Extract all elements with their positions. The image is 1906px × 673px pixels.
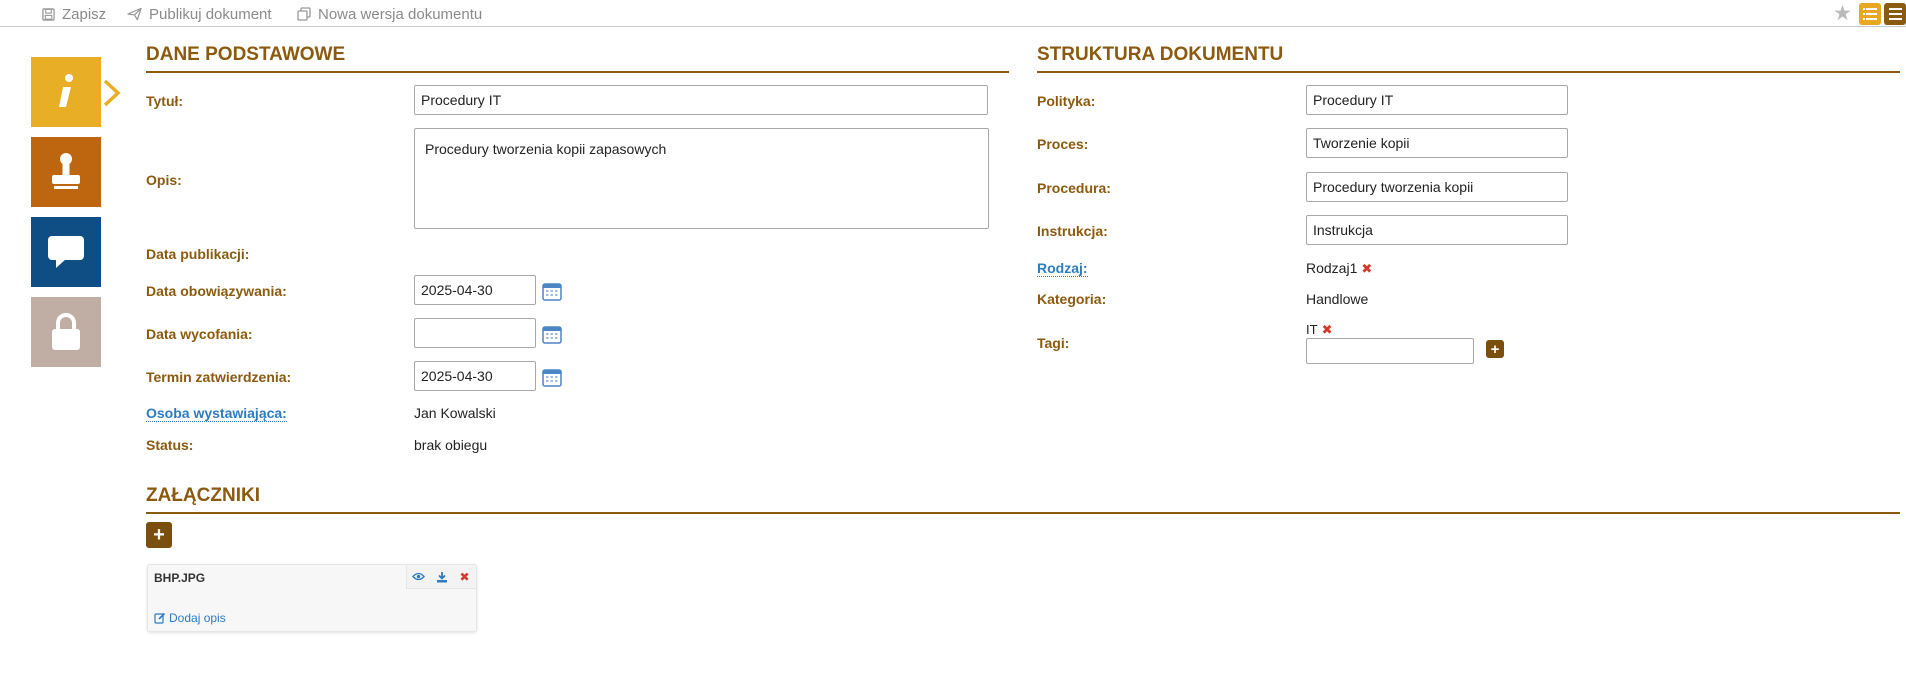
withdrawal-date-label: Data wycofania:: [146, 326, 253, 342]
instruction-input[interactable]: [1306, 215, 1568, 245]
tag-value: IT: [1306, 322, 1318, 337]
add-tag-button[interactable]: +: [1486, 340, 1504, 358]
effective-date-label: Data obowiązywania:: [146, 283, 287, 299]
approval-deadline-label: Termin zatwierdzenia:: [146, 369, 292, 385]
download-icon: [436, 571, 447, 582]
paper-plane-icon: [127, 7, 142, 21]
save-icon: [42, 7, 55, 21]
category-value: Handlowe: [1306, 291, 1369, 307]
tab-basic-info[interactable]: [31, 57, 101, 127]
delete-attachment-button[interactable]: ✖: [453, 565, 476, 588]
attachments-section-title: ZAŁĄCZNIKI: [146, 485, 1900, 514]
publish-button[interactable]: Publikuj dokument: [127, 5, 272, 23]
instruction-label: Instrukcja:: [1037, 223, 1108, 239]
type-value-chip: Rodzaj1 ✖: [1306, 260, 1372, 277]
toolbar: Zapisz Publikuj dokument Nowa wersja dok…: [0, 0, 1906, 27]
hamburger-icon: [1888, 8, 1902, 20]
publish-label: Publikuj dokument: [149, 5, 272, 23]
add-description-label: Dodaj opis: [169, 611, 226, 625]
process-label: Proces:: [1037, 136, 1089, 152]
policy-input[interactable]: [1306, 85, 1568, 115]
edit-icon: [154, 612, 166, 624]
chat-icon: [48, 236, 84, 268]
procedure-input[interactable]: [1306, 172, 1568, 202]
calendar-icon[interactable]: [542, 281, 562, 301]
status-value: brak obiegu: [414, 437, 488, 453]
save-label: Zapisz: [62, 5, 107, 23]
list-icon: [1863, 8, 1877, 20]
delete-icon: ✖: [459, 569, 470, 584]
effective-date-input[interactable]: [414, 275, 536, 305]
new-version-label: Nowa wersja dokumentu: [318, 5, 483, 23]
star-icon[interactable]: ★: [1833, 3, 1852, 24]
basic-data-section-title: DANE PODSTAWOWE: [146, 44, 1009, 73]
attachment-filename: BHP.JPG: [154, 571, 206, 585]
attachment-actions: ✖: [406, 565, 476, 589]
type-value: Rodzaj1: [1306, 260, 1358, 276]
lock-icon: [52, 313, 80, 350]
list-view-button[interactable]: [1859, 3, 1881, 25]
save-button[interactable]: Zapisz: [42, 5, 106, 23]
add-description-link[interactable]: Dodaj opis: [154, 611, 226, 625]
title-label: Tytuł:: [146, 93, 184, 109]
withdrawal-date-input[interactable]: [414, 318, 536, 348]
approval-deadline-input[interactable]: [414, 361, 536, 391]
tab-comments[interactable]: [31, 217, 101, 287]
remove-type-icon[interactable]: ✖: [1361, 261, 1372, 276]
calendar-icon[interactable]: [542, 324, 562, 344]
calendar-icon[interactable]: [542, 367, 562, 387]
copy-icon: [297, 7, 311, 21]
policy-label: Polityka:: [1037, 93, 1096, 109]
tag-input[interactable]: [1306, 338, 1474, 364]
title-input[interactable]: [414, 85, 988, 115]
publication-date-label: Data publikacji:: [146, 246, 250, 262]
description-label: Opis:: [146, 172, 182, 188]
eye-icon: [412, 572, 425, 581]
preview-button[interactable]: [407, 565, 430, 588]
plus-icon: +: [1490, 340, 1500, 358]
stamp-icon: [52, 153, 80, 189]
tab-permissions[interactable]: [31, 297, 101, 367]
issuer-link[interactable]: Osoba wystawiająca:: [146, 405, 287, 422]
tag-chip: IT ✖: [1306, 322, 1332, 338]
toolbar-right: ★: [1833, 3, 1906, 25]
status-label: Status:: [146, 437, 194, 453]
menu-button[interactable]: [1884, 3, 1906, 25]
tags-label: Tagi:: [1037, 335, 1070, 351]
process-input[interactable]: [1306, 128, 1568, 158]
add-attachment-button[interactable]: +: [146, 522, 172, 548]
category-label: Kategoria:: [1037, 291, 1107, 307]
type-link[interactable]: Rodzaj:: [1037, 260, 1088, 277]
new-version-button[interactable]: Nowa wersja dokumentu: [297, 5, 482, 23]
structure-section-title: STRUKTURA DOKUMENTU: [1037, 44, 1900, 73]
remove-tag-icon[interactable]: ✖: [1322, 322, 1333, 337]
download-button[interactable]: [430, 565, 453, 588]
issuer-value: Jan Kowalski: [414, 405, 496, 421]
attachment-card: BHP.JPG ✖ Dodaj opis: [147, 564, 477, 632]
active-tab-chevron-icon: [103, 79, 121, 107]
procedure-label: Procedura:: [1037, 180, 1111, 196]
tab-approval[interactable]: [31, 137, 101, 207]
description-textarea[interactable]: Procedury tworzenia kopii zapasowych: [414, 128, 989, 229]
plus-icon: +: [153, 523, 165, 546]
info-icon: [59, 74, 73, 107]
